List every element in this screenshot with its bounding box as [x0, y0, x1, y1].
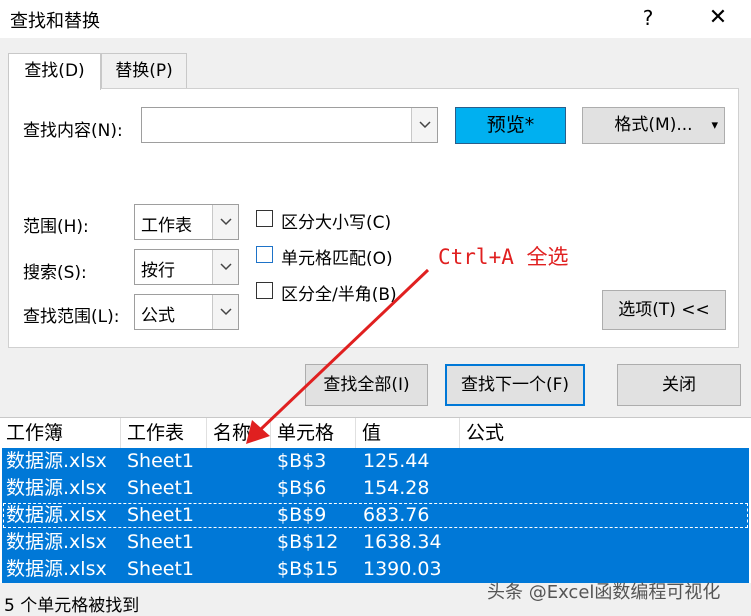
lookin-value: 公式: [141, 306, 175, 326]
cell-address: $B$12: [277, 531, 339, 553]
match-byte-checkbox[interactable]: [256, 282, 273, 299]
column-header-value[interactable]: 值: [356, 418, 460, 448]
close-icon[interactable]: ✕: [698, 4, 738, 32]
cell-address: $B$3: [277, 450, 327, 472]
find-all-button[interactable]: 查找全部(I): [305, 364, 428, 406]
chevron-down-icon[interactable]: [212, 205, 238, 239]
format-button-label: 格式(M)...: [614, 115, 693, 135]
tab-replace[interactable]: 替换(P): [101, 53, 187, 89]
match-entire-checkbox[interactable]: [256, 246, 273, 263]
cell-value: 125.44: [363, 450, 430, 472]
column-header-name[interactable]: 名称: [207, 418, 271, 448]
cell-workbook: 数据源.xlsx: [6, 477, 107, 499]
cell-sheet: Sheet1: [127, 531, 195, 553]
chevron-down-icon[interactable]: [212, 250, 238, 284]
table-row[interactable]: 数据源.xlsx Sheet1 $B$6 154.28: [2, 475, 749, 502]
column-header-sheet[interactable]: 工作表: [121, 418, 207, 448]
tab-find[interactable]: 查找(D): [8, 53, 101, 90]
lookin-label: 查找范围(L):: [23, 307, 120, 327]
cell-workbook: 数据源.xlsx: [6, 531, 107, 553]
column-header-cell[interactable]: 单元格: [271, 418, 356, 448]
cell-address: $B$9: [277, 504, 327, 526]
results-list[interactable]: 工作簿 工作表 名称 单元格 值 公式 数据源.xlsx Sheet1 $B$3…: [0, 417, 751, 583]
cell-value: 683.76: [363, 504, 430, 526]
scope-select[interactable]: 工作表: [134, 204, 239, 240]
title-bar: 查找和替换 ? ✕: [0, 0, 751, 38]
watermark: 头条 @Excel函数编程可视化: [487, 582, 721, 603]
cell-address: $B$15: [277, 558, 339, 580]
cell-sheet: Sheet1: [127, 477, 195, 499]
scope-label: 范围(H):: [23, 217, 89, 237]
window-title: 查找和替换: [10, 11, 100, 32]
cell-sheet: Sheet1: [127, 504, 195, 526]
table-row[interactable]: 数据源.xlsx Sheet1 $B$3 125.44: [2, 448, 749, 475]
chevron-down-icon[interactable]: [411, 108, 437, 142]
status-text: 5 个单元格被找到: [4, 596, 140, 616]
annotation-text: Ctrl+A 全选: [438, 245, 569, 269]
cell-sheet: Sheet1: [127, 558, 195, 580]
results-header: 工作簿 工作表 名称 单元格 值 公式: [0, 418, 751, 448]
cell-address: $B$6: [277, 477, 327, 499]
scope-value: 工作表: [141, 216, 192, 236]
cell-workbook: 数据源.xlsx: [6, 504, 107, 526]
search-label: 搜索(S):: [23, 263, 87, 283]
cell-workbook: 数据源.xlsx: [6, 558, 107, 580]
close-button[interactable]: 关闭: [617, 364, 741, 406]
find-what-label: 查找内容(N):: [23, 121, 123, 141]
cell-workbook: 数据源.xlsx: [6, 450, 107, 472]
options-button[interactable]: 选项(T) <<: [602, 290, 726, 330]
dropdown-arrow-icon: ▾: [711, 118, 718, 133]
format-button[interactable]: 格式(M)... ▾: [582, 107, 725, 144]
table-row[interactable]: 数据源.xlsx Sheet1 $B$9 683.76: [2, 502, 749, 529]
find-what-input[interactable]: [141, 107, 438, 143]
search-value: 按行: [141, 261, 175, 281]
chevron-down-icon[interactable]: [212, 295, 238, 329]
find-next-button[interactable]: 查找下一个(F): [445, 364, 585, 406]
lookin-select[interactable]: 公式: [134, 294, 239, 330]
preview-button[interactable]: 预览*: [455, 107, 566, 144]
column-header-formula[interactable]: 公式: [460, 418, 751, 448]
cell-value: 154.28: [363, 477, 430, 499]
cell-value: 1638.34: [363, 531, 442, 553]
cell-sheet: Sheet1: [127, 450, 195, 472]
cell-value: 1390.03: [363, 558, 442, 580]
table-row[interactable]: 数据源.xlsx Sheet1 $B$12 1638.34: [2, 529, 749, 556]
match-case-label[interactable]: 区分大小写(C): [281, 208, 391, 233]
match-case-checkbox[interactable]: [256, 210, 273, 227]
match-entire-label[interactable]: 单元格匹配(O): [281, 244, 393, 269]
match-byte-label[interactable]: 区分全/半角(B): [281, 280, 397, 305]
help-button[interactable]: ?: [628, 4, 668, 32]
column-header-workbook[interactable]: 工作簿: [0, 418, 121, 448]
search-select[interactable]: 按行: [134, 249, 239, 285]
